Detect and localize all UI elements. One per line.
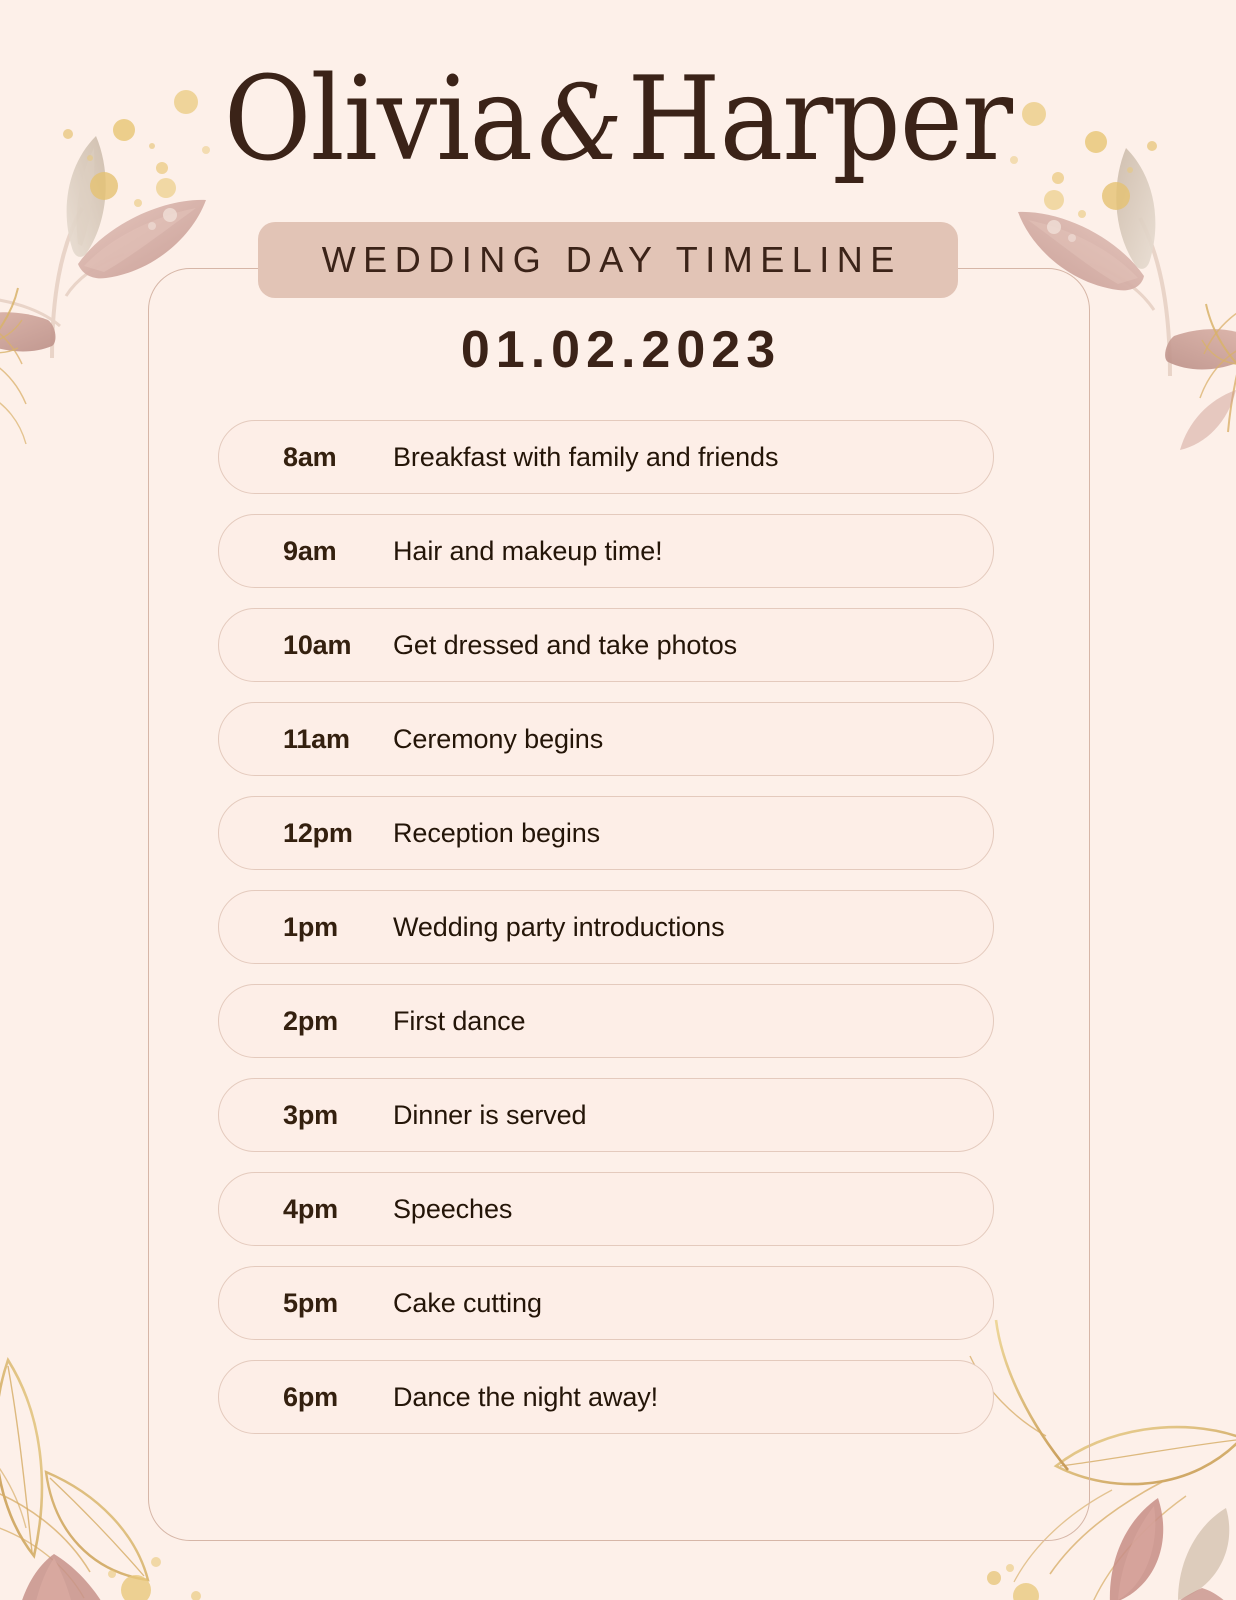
row-event: Cake cutting: [393, 1287, 542, 1318]
timeline-row: 5pm Cake cutting: [218, 1266, 994, 1340]
row-event: Breakfast with family and friends: [393, 441, 779, 472]
row-event: Speeches: [393, 1193, 513, 1224]
wedding-date: 01.02.2023: [460, 321, 782, 379]
row-time: 5pm: [283, 1287, 338, 1318]
row-time: 10am: [283, 629, 352, 660]
row-event: Hair and makeup time!: [393, 535, 663, 566]
timeline-row: 8am Breakfast with family and friends: [218, 420, 994, 494]
row-event: Dinner is served: [393, 1099, 587, 1130]
row-event: Ceremony begins: [393, 723, 604, 754]
row-event: Reception begins: [393, 817, 601, 848]
timeline-row: 10am Get dressed and take photos: [218, 608, 994, 682]
row-time: 12pm: [283, 817, 353, 848]
row-time: 9am: [283, 535, 337, 566]
row-event: First dance: [393, 1005, 526, 1036]
timeline-row: 1pm Wedding party introductions: [218, 890, 994, 964]
timeline-row: 12pm Reception begins: [218, 796, 994, 870]
title-second-name: Harper: [627, 52, 1013, 187]
timeline-row: 6pm Dance the night away!: [218, 1360, 994, 1434]
timeline-row: 3pm Dinner is served: [218, 1078, 994, 1152]
timeline-row: 9am Hair and makeup time!: [218, 514, 994, 588]
banner-title: WEDDING DAY TIMELINE: [321, 239, 902, 280]
row-event: Get dressed and take photos: [393, 629, 738, 660]
timeline-banner: WEDDING DAY TIMELINE: [258, 222, 958, 298]
wedding-timeline-poster: Olivia&Harper WEDDING DAY TIMELINE 01.02…: [0, 0, 1236, 1600]
row-time: 6pm: [283, 1381, 338, 1412]
row-event: Wedding party introductions: [393, 911, 725, 942]
ampersand-glyph: &: [537, 62, 623, 184]
row-time: 11am: [283, 723, 350, 754]
row-time: 1pm: [283, 911, 338, 942]
row-time: 3pm: [283, 1099, 338, 1130]
row-time: 2pm: [283, 1005, 338, 1036]
title-first-name: Olivia: [223, 52, 533, 187]
timeline-row: 2pm First dance: [218, 984, 994, 1058]
row-event: Dance the night away!: [393, 1381, 659, 1412]
timeline-row: 4pm Speeches: [218, 1172, 994, 1246]
row-time: 8am: [283, 441, 337, 472]
timeline-row: 11am Ceremony begins: [218, 702, 994, 776]
row-time: 4pm: [283, 1193, 338, 1224]
timeline-list: 8am Breakfast with family and friends 9a…: [218, 420, 994, 1434]
page-title: Olivia&Harper: [49, 62, 1186, 178]
